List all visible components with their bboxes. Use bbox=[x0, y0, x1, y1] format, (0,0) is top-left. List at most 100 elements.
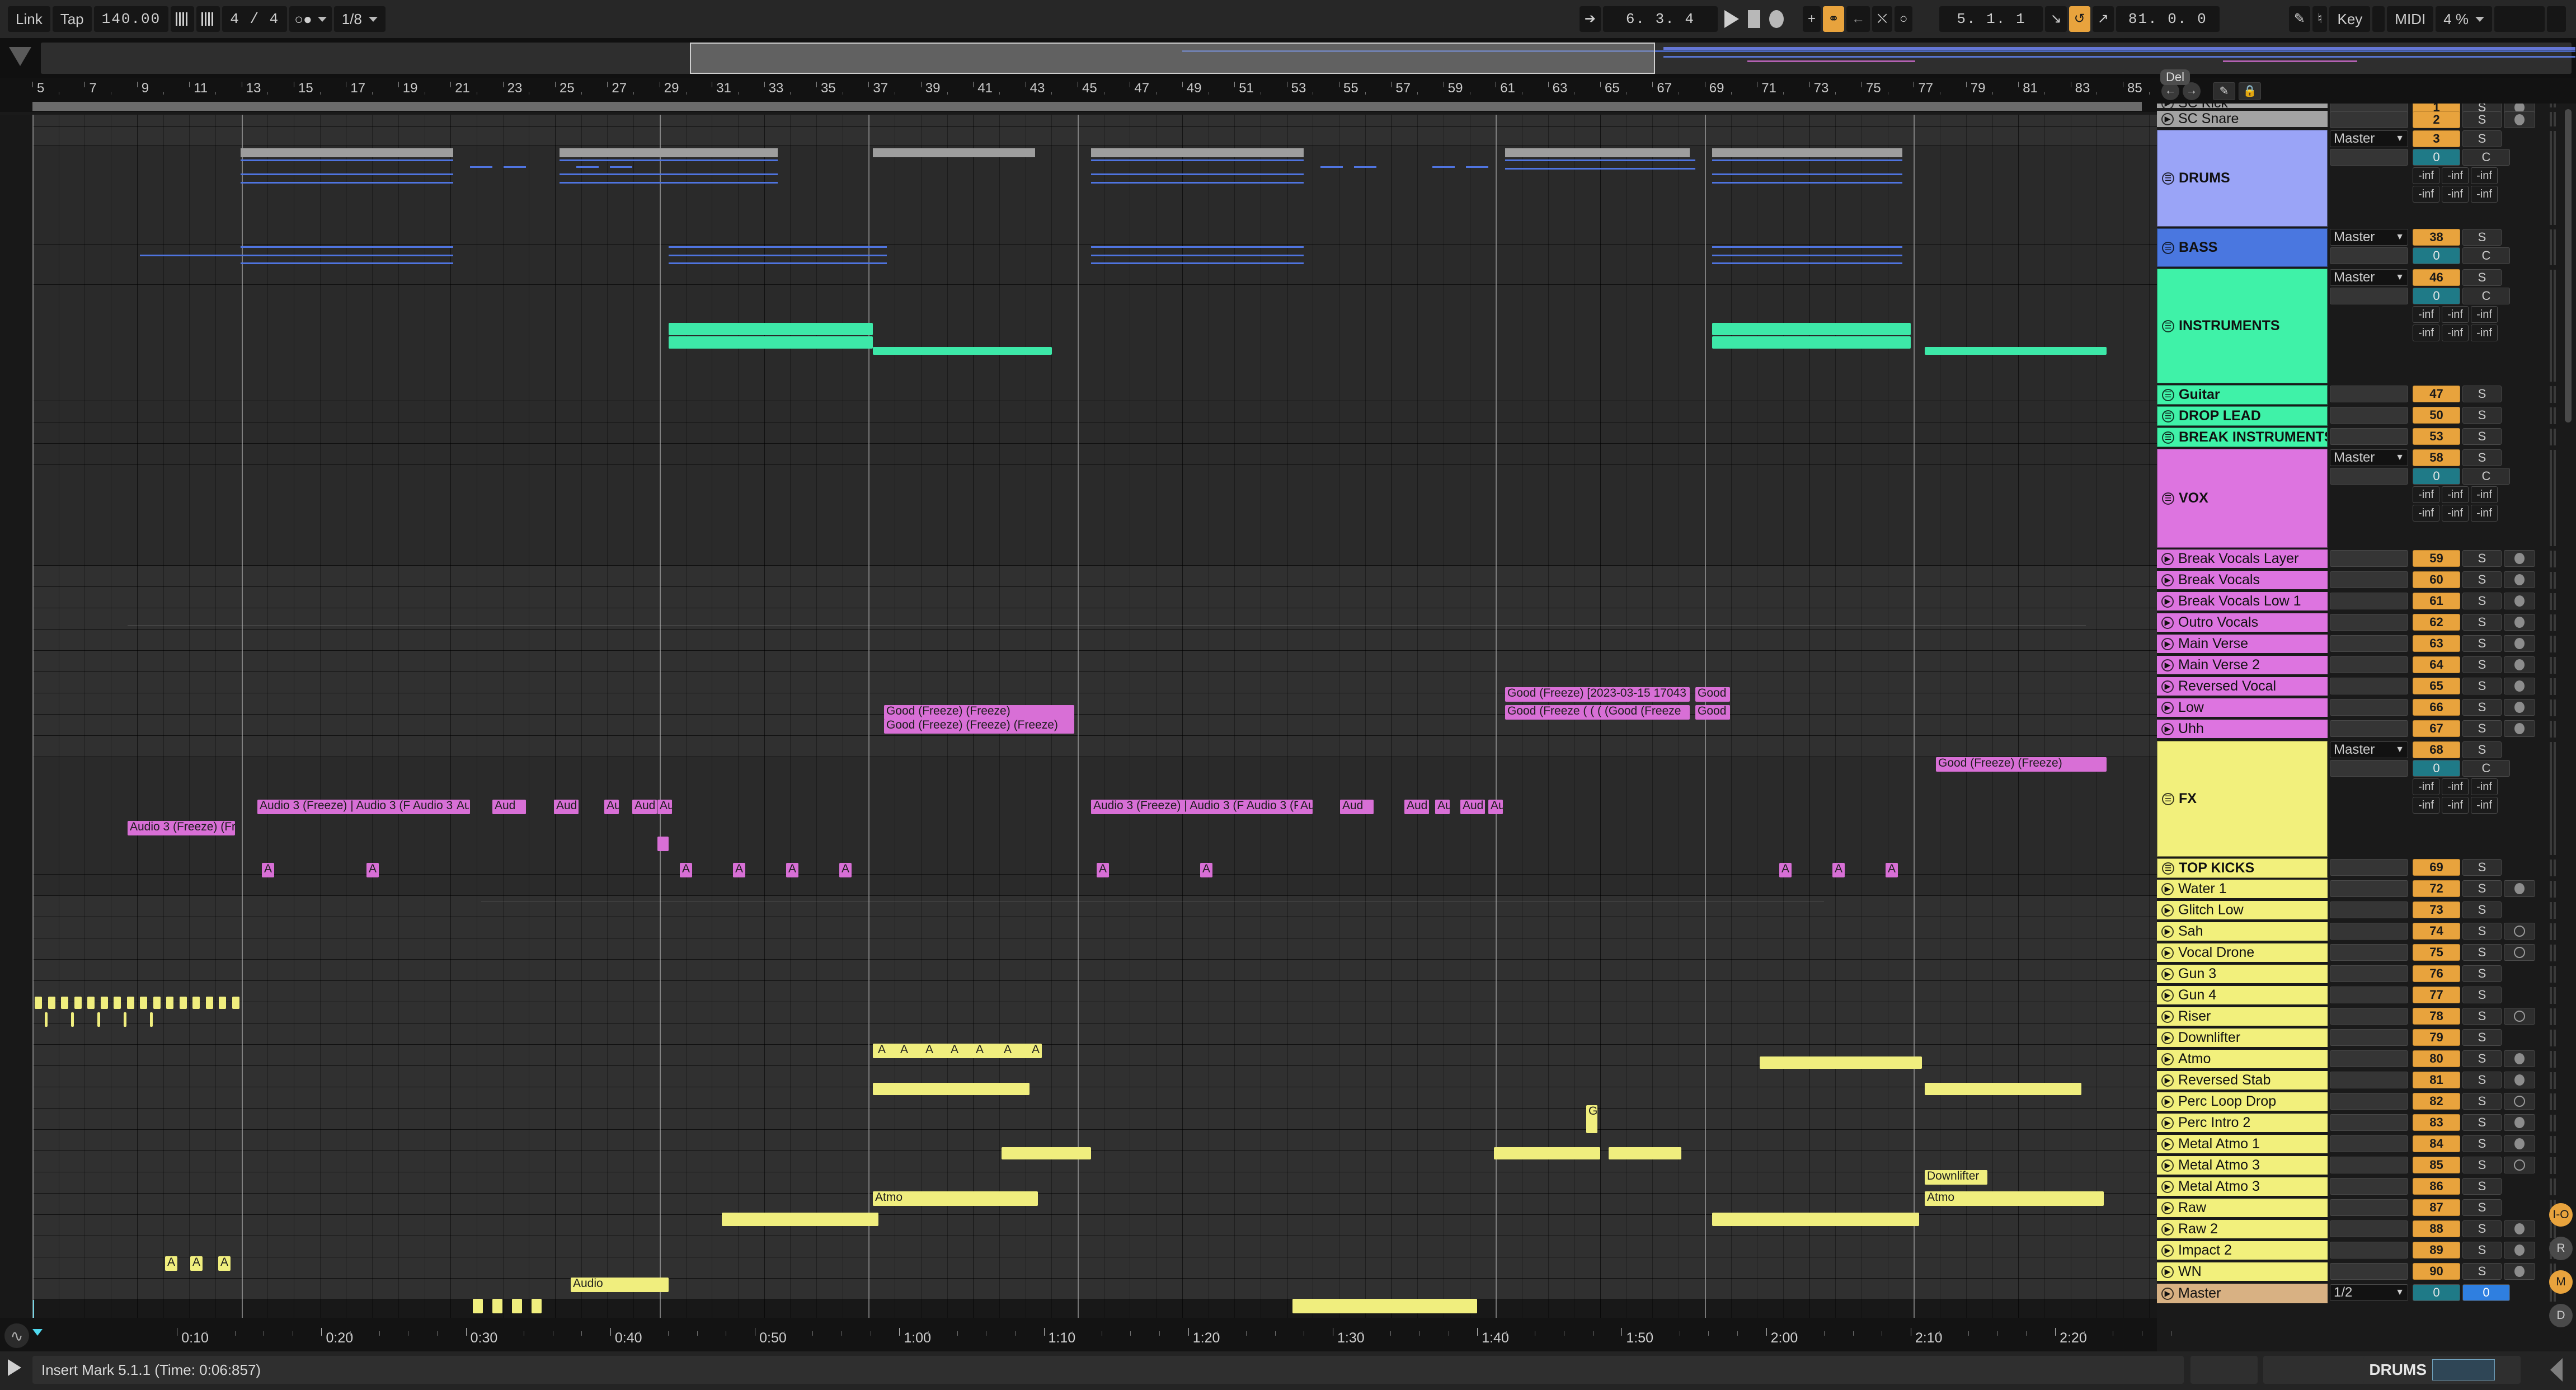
track-lane[interactable] bbox=[32, 875, 2157, 896]
track-io-column[interactable]: Master ▼ bbox=[2328, 129, 2410, 227]
track-io-column[interactable] bbox=[2328, 1134, 2410, 1155]
kick-clip[interactable] bbox=[74, 997, 82, 1009]
track-name-cell[interactable]: ▶ Main Verse 2 bbox=[2157, 656, 2328, 674]
track-activator[interactable]: 86 bbox=[2413, 1178, 2460, 1195]
track-volume[interactable]: 0 bbox=[2413, 288, 2460, 304]
solo-button[interactable]: S bbox=[2462, 923, 2502, 940]
track-io-column[interactable] bbox=[2328, 697, 2410, 719]
solo-button[interactable]: S bbox=[2462, 1199, 2502, 1216]
track-name-cell[interactable]: ▶ SC Kick bbox=[2157, 104, 2328, 108]
track-activator[interactable]: 77 bbox=[2413, 987, 2460, 1003]
punch-in-marker-icon[interactable]: ↘ bbox=[2045, 6, 2067, 32]
track-activator[interactable]: 63 bbox=[2413, 635, 2460, 652]
track-io-column[interactable] bbox=[2328, 942, 2410, 964]
track-lane[interactable] bbox=[32, 1279, 2157, 1300]
track-mixer-column[interactable]: 61 S bbox=[2410, 591, 2550, 612]
arm-record-button[interactable] bbox=[2504, 1157, 2535, 1173]
kick-tail[interactable] bbox=[97, 1012, 100, 1027]
track-header-break-vocals[interactable]: ▶ Break Vocals 60 S bbox=[2157, 570, 2560, 591]
track-name-cell[interactable]: ▶ Outro Vocals bbox=[2157, 613, 2328, 632]
track-name-cell[interactable]: ☰ DRUMS bbox=[2157, 130, 2328, 227]
arrangement-view[interactable]: Good (Freeze) (Freeze) Good (Freeze) (Fre… bbox=[0, 115, 2157, 1318]
track-name-cell[interactable]: ▶ Perc Intro 2 bbox=[2157, 1114, 2328, 1132]
audio-to-selector[interactable] bbox=[2330, 1199, 2408, 1216]
locator-row[interactable]: IntroVerse 1Drop 1Break 1Verse 2BuildDro… bbox=[0, 101, 2157, 129]
fx-clip[interactable] bbox=[1320, 1299, 1331, 1313]
arm-record-button[interactable] bbox=[2504, 656, 2535, 673]
track-activator[interactable]: 38 bbox=[2413, 229, 2460, 246]
track-activator[interactable]: 3 bbox=[2413, 130, 2460, 147]
track-lane[interactable] bbox=[32, 938, 2157, 960]
track-activator[interactable]: 74 bbox=[2413, 923, 2460, 940]
fx-clip[interactable]: A bbox=[218, 1256, 231, 1271]
track-mixer-column[interactable]: 82 S bbox=[2410, 1091, 2550, 1112]
track-name-cell[interactable]: ▶ SC Snare bbox=[2157, 111, 2328, 127]
fx-clip[interactable]: A bbox=[190, 1256, 203, 1271]
send-level[interactable]: -inf bbox=[2413, 306, 2439, 323]
track-mixer-column[interactable]: 88 S bbox=[2410, 1219, 2550, 1240]
track-header-outro-vocals[interactable]: ▶ Outro Vocals 62 S bbox=[2157, 612, 2560, 633]
send-level[interactable]: -inf bbox=[2471, 486, 2498, 503]
track-mixer-column[interactable]: 64 S bbox=[2410, 655, 2550, 676]
track-activator[interactable]: 90 bbox=[2413, 1263, 2460, 1280]
solo-button[interactable]: S bbox=[2462, 1135, 2502, 1152]
fx-clip[interactable] bbox=[1760, 1056, 1922, 1069]
track-lane[interactable] bbox=[32, 736, 2157, 757]
fx-clip[interactable] bbox=[1494, 1147, 1600, 1159]
audio-to-selector[interactable] bbox=[2330, 593, 2408, 609]
vocal-clip[interactable]: A bbox=[1779, 863, 1792, 877]
track-activator[interactable]: 75 bbox=[2413, 944, 2460, 961]
instrument-clip[interactable] bbox=[1712, 323, 1911, 335]
track-name-cell[interactable]: ▶ Vocal Drone bbox=[2157, 943, 2328, 962]
midi-overdub-icon[interactable]: ○ bbox=[1894, 6, 1913, 32]
kick-clip[interactable] bbox=[219, 997, 226, 1009]
track-name-cell[interactable]: ▶ Impact 2 bbox=[2157, 1241, 2328, 1260]
send-level[interactable]: -inf bbox=[2471, 797, 2498, 814]
track-header-gun-4[interactable]: ▶ Gun 4 77 S bbox=[2157, 985, 2560, 1006]
io-toggle-button[interactable]: I-O bbox=[2549, 1203, 2573, 1227]
track-unfold-icon[interactable]: ▶ bbox=[2161, 882, 2174, 895]
loop-toggle-icon[interactable]: ↺ bbox=[2069, 6, 2090, 32]
group-summary-block[interactable] bbox=[1505, 148, 1690, 157]
track-lane[interactable] bbox=[32, 608, 2157, 630]
track-unfold-icon[interactable]: ▶ bbox=[2161, 1010, 2174, 1023]
track-lane[interactable] bbox=[32, 1194, 2157, 1215]
fx-clip[interactable] bbox=[1388, 1299, 1398, 1313]
draw-mode-pencil-icon[interactable]: ✎ bbox=[2288, 6, 2310, 32]
audio-to-channel-selector[interactable] bbox=[2330, 468, 2408, 485]
track-header-reversed-vocal[interactable]: ▶ Reversed Vocal 65 S bbox=[2157, 676, 2560, 697]
track-name-cell[interactable]: ☰ INSTRUMENTS bbox=[2157, 269, 2328, 383]
track-io-column[interactable] bbox=[2328, 1112, 2410, 1134]
track-header-sah[interactable]: ▶ Sah 74 S bbox=[2157, 921, 2560, 942]
send-level[interactable]: -inf bbox=[2442, 186, 2469, 203]
track-header-sc-kick[interactable]: ▶ SC Kick 1S bbox=[2157, 104, 2560, 116]
track-header-impact-2[interactable]: ▶ Impact 2 89 S bbox=[2157, 1240, 2560, 1261]
track-mixer-column[interactable]: 68 S 0 C -inf -inf -inf -inf -inf -inf bbox=[2410, 740, 2550, 857]
track-mixer-column[interactable]: 46 S 0 C -inf -inf -inf -inf -inf -inf bbox=[2410, 267, 2550, 384]
audio-to-selector[interactable] bbox=[2330, 1114, 2408, 1131]
track-io-column[interactable]: 1/2 ▼ bbox=[2328, 1283, 2410, 1304]
track-lane[interactable] bbox=[32, 465, 2157, 566]
vocal-clip[interactable] bbox=[657, 837, 669, 851]
fx-clip[interactable]: Audio bbox=[571, 1278, 669, 1292]
delay-toggle-button[interactable]: D bbox=[2549, 1304, 2573, 1327]
punch-in-icon[interactable]: ➔ bbox=[1579, 6, 1601, 32]
track-lane[interactable] bbox=[32, 1151, 2157, 1172]
track-name-cell[interactable]: ▶ Metal Atmo 3 bbox=[2157, 1156, 2328, 1175]
arm-record-button[interactable] bbox=[2504, 699, 2535, 716]
track-lane[interactable] bbox=[32, 1002, 2157, 1023]
track-io-column[interactable] bbox=[2328, 570, 2410, 591]
track-unfold-icon[interactable]: ▶ bbox=[2161, 1053, 2174, 1065]
solo-button[interactable]: S bbox=[2462, 1072, 2502, 1088]
track-unfold-icon[interactable]: ▶ bbox=[2161, 946, 2174, 959]
follow-icon[interactable]: ○● bbox=[289, 6, 332, 32]
solo-button[interactable]: S bbox=[2462, 130, 2502, 147]
arm-record-button[interactable] bbox=[2504, 1114, 2535, 1131]
track-name-cell[interactable]: ☰ BASS bbox=[2157, 228, 2328, 267]
send-level[interactable]: -inf bbox=[2471, 778, 2498, 795]
audio-to-selector[interactable] bbox=[2330, 1008, 2408, 1025]
track-lane[interactable] bbox=[32, 587, 2157, 608]
track-lane[interactable] bbox=[32, 693, 2157, 715]
audio-to-selector[interactable] bbox=[2330, 923, 2408, 940]
track-mixer-column[interactable]: 65 S bbox=[2410, 676, 2550, 697]
